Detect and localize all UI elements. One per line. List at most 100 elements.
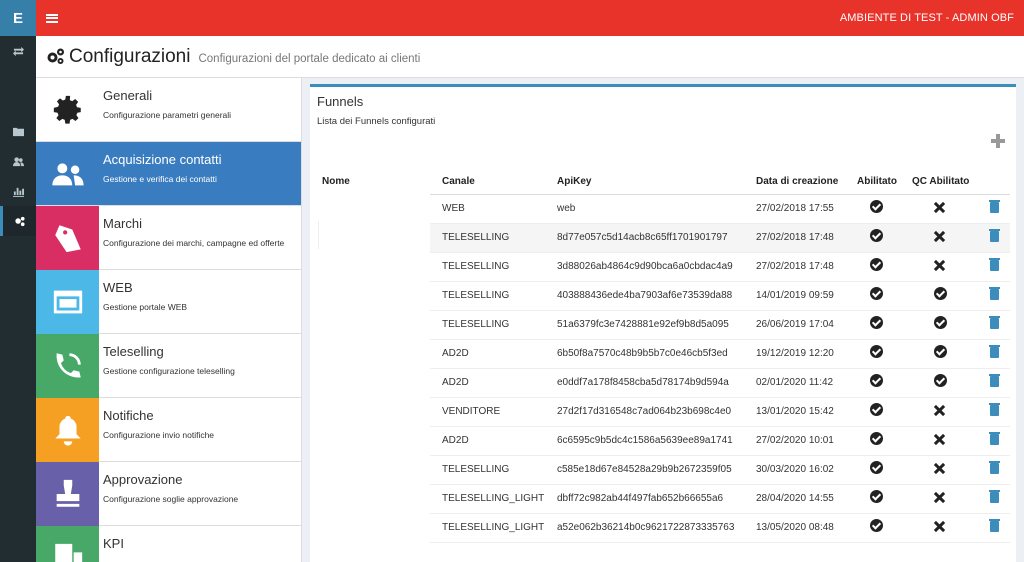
delete-icon[interactable]	[989, 316, 1000, 329]
x-icon	[934, 521, 945, 532]
check-circle-icon	[870, 432, 883, 445]
menu-item-marchi[interactable]: Marchi Configurazione dei marchi, campagn…	[36, 206, 302, 270]
x-icon	[934, 434, 945, 445]
table-row[interactable]: TELESELLING 8d77e057c5d14acb8c65ff1701901…	[430, 224, 1010, 253]
cell-data: 27/02/2018 17:48	[756, 261, 834, 272]
folder-icon[interactable]	[0, 116, 36, 146]
menu-item-title: Generali	[103, 88, 153, 103]
gear-icon	[36, 78, 99, 142]
cell-canale: TELESELLING_LIGHT	[442, 493, 545, 504]
cell-canale: VENDITORE	[442, 406, 501, 417]
cell-canale: TELESELLING_LIGHT	[442, 522, 545, 533]
delete-icon[interactable]	[989, 200, 1000, 213]
column-canale: Canale	[442, 176, 475, 187]
table-row[interactable]: WEB web 27/02/2018 17:55	[430, 195, 1010, 224]
funnels-panel: Funnels Lista dei Funnels configurati No…	[310, 84, 1016, 562]
menu-item-notifiche[interactable]: Notifiche Configurazione invio notifiche	[36, 398, 302, 462]
panel-title: Funnels	[317, 94, 364, 109]
cell-data: 28/04/2020 14:55	[756, 493, 834, 504]
chart-icon[interactable]	[0, 176, 36, 206]
environment-label[interactable]: AMBIENTE DI TEST - ADMIN OBF	[840, 12, 1014, 24]
tags-icon	[36, 206, 99, 270]
check-circle-icon	[934, 374, 947, 387]
users-icon[interactable]	[0, 146, 36, 176]
swap-icon[interactable]	[0, 36, 36, 66]
table-row[interactable]: TELESELLING 3d88026ab4864c9d90bca6a0cbdac…	[430, 253, 1010, 282]
delete-icon[interactable]	[989, 432, 1000, 445]
table-row[interactable]: AD2D e0ddf7a178f8458cba5d78174b9d594a 02/0…	[430, 369, 1010, 398]
phone-icon	[36, 334, 99, 398]
cell-canale: TELESELLING	[442, 319, 510, 330]
menu-item-teleselling[interactable]: Teleselling Gestione configurazione teles…	[36, 334, 302, 398]
delete-icon[interactable]	[989, 403, 1000, 416]
cell-data: 30/03/2020 16:02	[756, 464, 834, 475]
cell-canale: AD2D	[442, 348, 469, 359]
cogs-icon[interactable]	[0, 206, 36, 236]
check-circle-icon	[870, 316, 883, 329]
app-logo[interactable]: E	[0, 0, 36, 36]
menu-toggle-icon[interactable]	[46, 13, 58, 23]
cell-apikey: a52e062b36214b0c9621722873335763	[557, 522, 735, 533]
nome-divider	[318, 221, 319, 249]
cell-data: 27/02/2018 17:48	[756, 232, 834, 243]
menu-item-web[interactable]: WEB Gestione portale WEB	[36, 270, 302, 334]
cell-data: 27/02/2018 17:55	[756, 203, 834, 214]
configuration-menu: Generali Configurazione parametri general…	[36, 78, 302, 562]
delete-icon[interactable]	[989, 519, 1000, 532]
menu-item-desc: Configurazione parametri generali	[103, 110, 232, 120]
menu-item-title: Marchi	[103, 216, 143, 231]
cell-data: 13/05/2020 08:48	[756, 522, 834, 533]
delete-icon[interactable]	[989, 490, 1000, 503]
cell-apikey: e0ddf7a178f8458cba5d78174b9d594a	[557, 377, 729, 388]
table-row[interactable]: TELESELLING 51a6379fc3e7428881e92ef9b8d5a…	[430, 311, 1010, 340]
web-icon	[36, 270, 99, 334]
add-funnel-button[interactable]	[991, 134, 1005, 148]
table-header: Canale ApiKey Data di creazione Abilitat…	[430, 168, 1010, 195]
cell-data: 26/06/2019 17:04	[756, 319, 834, 330]
delete-icon[interactable]	[989, 345, 1000, 358]
menu-item-title: Approvazione	[103, 472, 183, 487]
cell-apikey: 403888436ede4ba7903af6e73539da88	[557, 290, 733, 301]
cell-apikey: c585e18d67e84528a29b9b2672359f05	[557, 464, 732, 475]
column-apikey: ApiKey	[557, 176, 592, 187]
funnels-table-body: WEB web 27/02/2018 17:55 TELESELLING 8d77e05…	[430, 195, 1010, 543]
table-row[interactable]: TELESELLING 403888436ede4ba7903af6e73539d…	[430, 282, 1010, 311]
cell-apikey: web	[557, 203, 576, 214]
delete-icon[interactable]	[989, 461, 1000, 474]
delete-icon[interactable]	[989, 258, 1000, 271]
menu-item-kpi[interactable]: KPI	[36, 526, 302, 562]
check-circle-icon	[934, 345, 947, 358]
cell-apikey: 8d77e057c5d14acb8c65ff1701901797	[557, 232, 728, 243]
menu-item-approvazione[interactable]: Approvazione Configurazione soglie approv…	[36, 462, 302, 526]
x-icon	[934, 405, 945, 416]
panel-subtitle: Lista dei Funnels configurati	[317, 116, 436, 127]
cell-apikey: 27d2f17d316548c7ad064b23b698c4e0	[557, 406, 732, 417]
table-row[interactable]: AD2D 6b50f8a7570c48b9b5b7c0e46cb5f3ed 19/1…	[430, 340, 1010, 369]
table-row[interactable]: AD2D 6c6595c9b5dc4c1586a5639ee89a1741 27/0…	[430, 427, 1010, 456]
table-row[interactable]: TELESELLING_LIGHT a52e062b36214b0c9621722…	[430, 514, 1010, 543]
cell-data: 14/01/2019 09:59	[756, 290, 834, 301]
column-abilitato: Abilitato	[857, 176, 897, 187]
cell-canale: TELESELLING	[442, 290, 510, 301]
page-subtitle: Configurazioni del portale dedicato ai c…	[198, 52, 421, 65]
cell-canale: TELESELLING	[442, 232, 510, 243]
check-circle-icon	[870, 490, 883, 503]
table-row[interactable]: TELESELLING_LIGHT dbff72c982ab44f497fab65…	[430, 485, 1010, 514]
table-row[interactable]: TELESELLING c585e18d67e84528a29b9b2672359…	[430, 456, 1010, 485]
menu-item-desc: Gestione e verifica dei contatti	[103, 174, 217, 184]
menu-item-acquisizione-contatti[interactable]: Acquisizione contatti Gestione e verifica…	[36, 142, 302, 206]
menu-item-generali[interactable]: Generali Configurazione parametri general…	[36, 78, 302, 142]
delete-icon[interactable]	[989, 229, 1000, 242]
check-circle-icon	[934, 316, 947, 329]
cogs-icon	[47, 48, 64, 64]
delete-icon[interactable]	[989, 374, 1000, 387]
stamp-icon	[36, 462, 99, 526]
cell-canale: AD2D	[442, 377, 469, 388]
table-row[interactable]: VENDITORE 27d2f17d316548c7ad064b23b698c4e…	[430, 398, 1010, 427]
cell-canale: WEB	[442, 203, 465, 214]
x-icon	[934, 260, 945, 271]
delete-icon[interactable]	[989, 287, 1000, 300]
x-icon	[934, 492, 945, 503]
check-circle-icon	[870, 403, 883, 416]
column-data: Data di creazione	[756, 176, 839, 187]
